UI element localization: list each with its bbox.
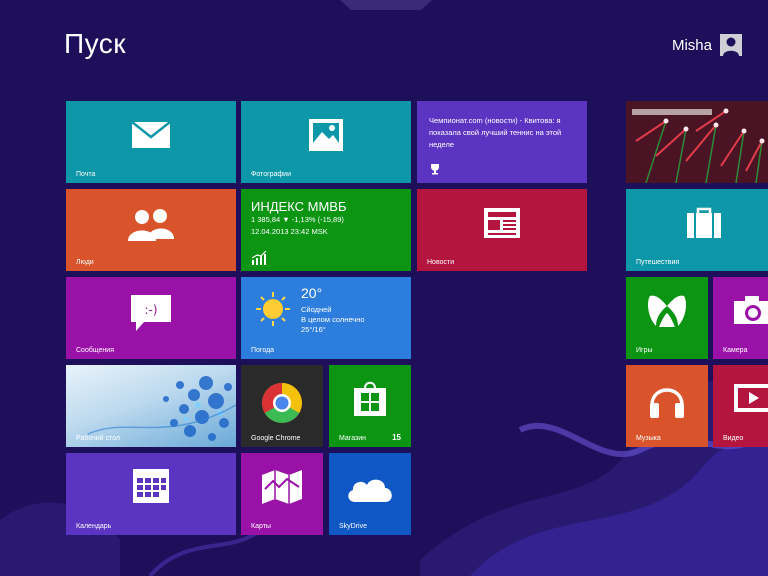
tile-news-live[interactable]: Чемпионат.com (новости) - Квитова: я пок…: [417, 101, 587, 183]
weather-temp: 20°: [301, 285, 323, 301]
tile-weather[interactable]: 20° Сйодней В целом солнечно 25°/16° Пог…: [241, 277, 411, 359]
tile-camera[interactable]: Камера: [713, 277, 768, 359]
suitcase-icon: [687, 207, 721, 238]
map-icon: [262, 470, 302, 504]
tile-photos-label: Фотографии: [251, 171, 292, 178]
tile-music[interactable]: Музыка: [626, 365, 708, 447]
tile-store-label: Магазин: [339, 435, 367, 442]
tile-skydrive-label: SkyDrive: [339, 523, 368, 530]
store-icon: [354, 381, 386, 416]
photo-icon: [309, 119, 343, 151]
user-account[interactable]: Misha: [672, 34, 742, 56]
weather-day: Сйодней: [301, 305, 332, 314]
tile-games-label: Игры: [636, 347, 653, 354]
tile-travel[interactable]: Путешествия: [626, 189, 768, 271]
tile-news[interactable]: Новости: [417, 189, 587, 271]
tile-mail[interactable]: Почта: [66, 101, 236, 183]
tile-photo-live[interactable]: [626, 101, 768, 183]
tile-maps-label: Карты: [251, 523, 271, 530]
tile-messaging-label: Сообщения: [76, 347, 114, 354]
headphones-icon: [650, 388, 684, 418]
trophy-icon: [431, 164, 439, 175]
finance-title: ИНДЕКС ММВБ: [251, 199, 347, 214]
tile-calendar-label: Календарь: [76, 523, 112, 530]
tile-travel-label: Путешествия: [636, 259, 680, 266]
people-icon: [128, 209, 174, 241]
tile-messaging[interactable]: :-) Сообщения: [66, 277, 236, 359]
tile-skydrive[interactable]: SkyDrive: [329, 453, 411, 535]
sun-icon: [256, 292, 290, 326]
tile-store[interactable]: Магазин 15: [329, 365, 411, 447]
finance-datetime: 12.04.2013 23:42 MSK: [251, 227, 328, 236]
tile-people-label: Люди: [76, 259, 94, 266]
tile-calendar[interactable]: Календарь: [66, 453, 236, 535]
tile-camera-label: Камера: [723, 347, 748, 354]
flower-photo: [626, 101, 768, 183]
chrome-icon: [262, 383, 302, 423]
tile-games[interactable]: Игры: [626, 277, 708, 359]
tile-weather-label: Погода: [251, 347, 275, 354]
tile-photos[interactable]: Фотографии: [241, 101, 411, 183]
play-icon: [734, 384, 768, 412]
avatar-icon: [720, 34, 742, 56]
tile-desktop-label: Рабочий стол: [76, 435, 120, 442]
tile-news-label: Новости: [427, 259, 455, 266]
user-name: Misha: [671, 36, 712, 54]
tile-desktop[interactable]: Рабочий стол: [66, 365, 236, 447]
store-badge: 15: [392, 433, 401, 442]
calendar-icon: [133, 469, 169, 503]
envelope-icon: [131, 121, 171, 148]
top-notch: [340, 0, 432, 10]
tile-finance[interactable]: ИНДЕКС ММВБ 1 385,84 ▼ -1,13% (-15,89) 1…: [241, 189, 411, 271]
tile-mail-label: Почта: [76, 171, 96, 178]
tile-maps[interactable]: Карты: [241, 453, 323, 535]
finance-quote: 1 385,84 ▼ -1,13% (-15,89): [251, 215, 344, 224]
chat-icon: :-): [131, 295, 171, 331]
weather-condition: В целом солнечно: [301, 315, 365, 324]
tile-music-label: Музыка: [636, 435, 661, 442]
tile-chrome[interactable]: Google Chrome: [241, 365, 323, 447]
weather-range: 25°/16°: [301, 325, 326, 334]
camera-icon: [734, 296, 768, 324]
xbox-icon: [648, 295, 686, 327]
chart-icon: [251, 251, 267, 265]
cloud-icon: [348, 479, 392, 502]
newspaper-icon: [484, 208, 520, 238]
tile-people[interactable]: Люди: [66, 189, 236, 271]
news-headline: Чемпионат.com (новости) - Квитова: я пок…: [429, 116, 562, 149]
svg-text::-): :-): [144, 303, 157, 317]
tile-video-label: Видео: [723, 435, 744, 442]
tile-chrome-label: Google Chrome: [251, 435, 301, 442]
page-title: Пуск: [64, 28, 127, 59]
tile-video[interactable]: Видео: [713, 365, 768, 447]
